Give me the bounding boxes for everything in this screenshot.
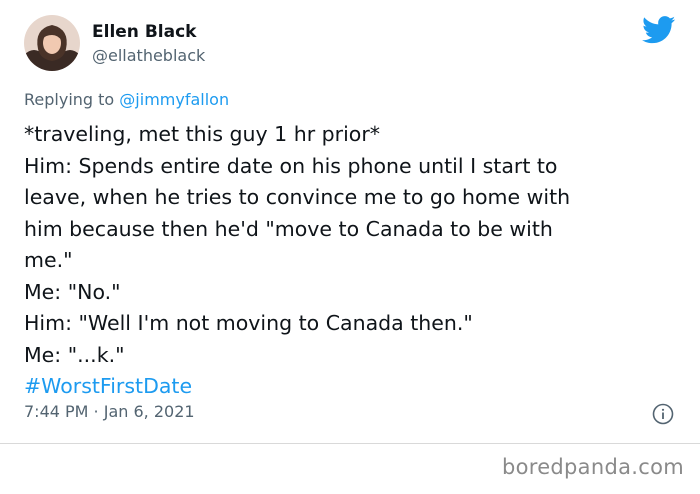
tweet-line: Him: "Well I'm not moving to Canada then… [24,311,473,335]
tweet-line: me." [24,248,73,272]
tweet-text: *traveling, met this guy 1 hr prior* Him… [24,119,684,403]
replying-to-label: Replying to [24,90,115,109]
tweet-line: Me: "...k." [24,342,125,367]
hashtag-link[interactable]: #WorstFirstDate [24,371,684,403]
twitter-bird-icon[interactable] [642,16,676,44]
tweet-line: leave, when he tries to convince me to g… [24,185,571,209]
tweet-line: him because then he'd "move to Canada to… [24,216,553,241]
info-icon[interactable] [652,403,674,425]
reply-mention-link[interactable]: @jimmyfallon [119,90,229,109]
avatar[interactable] [24,15,80,71]
author-name[interactable]: Ellen Black [92,22,196,42]
divider [0,443,700,444]
author-handle[interactable]: @ellatheblack [92,46,205,65]
tweet-line: *traveling, met this guy 1 hr prior* [24,122,381,146]
watermark: boredpanda.com [501,455,684,479]
tweet-line: Him: Spends entire date on his phone unt… [24,153,558,178]
replying-to: Replying to @jimmyfallon [24,90,229,109]
tweet-line: Me: "No." [24,279,121,304]
tweet-timestamp[interactable]: 7:44 PM · Jan 6, 2021 [24,402,195,421]
